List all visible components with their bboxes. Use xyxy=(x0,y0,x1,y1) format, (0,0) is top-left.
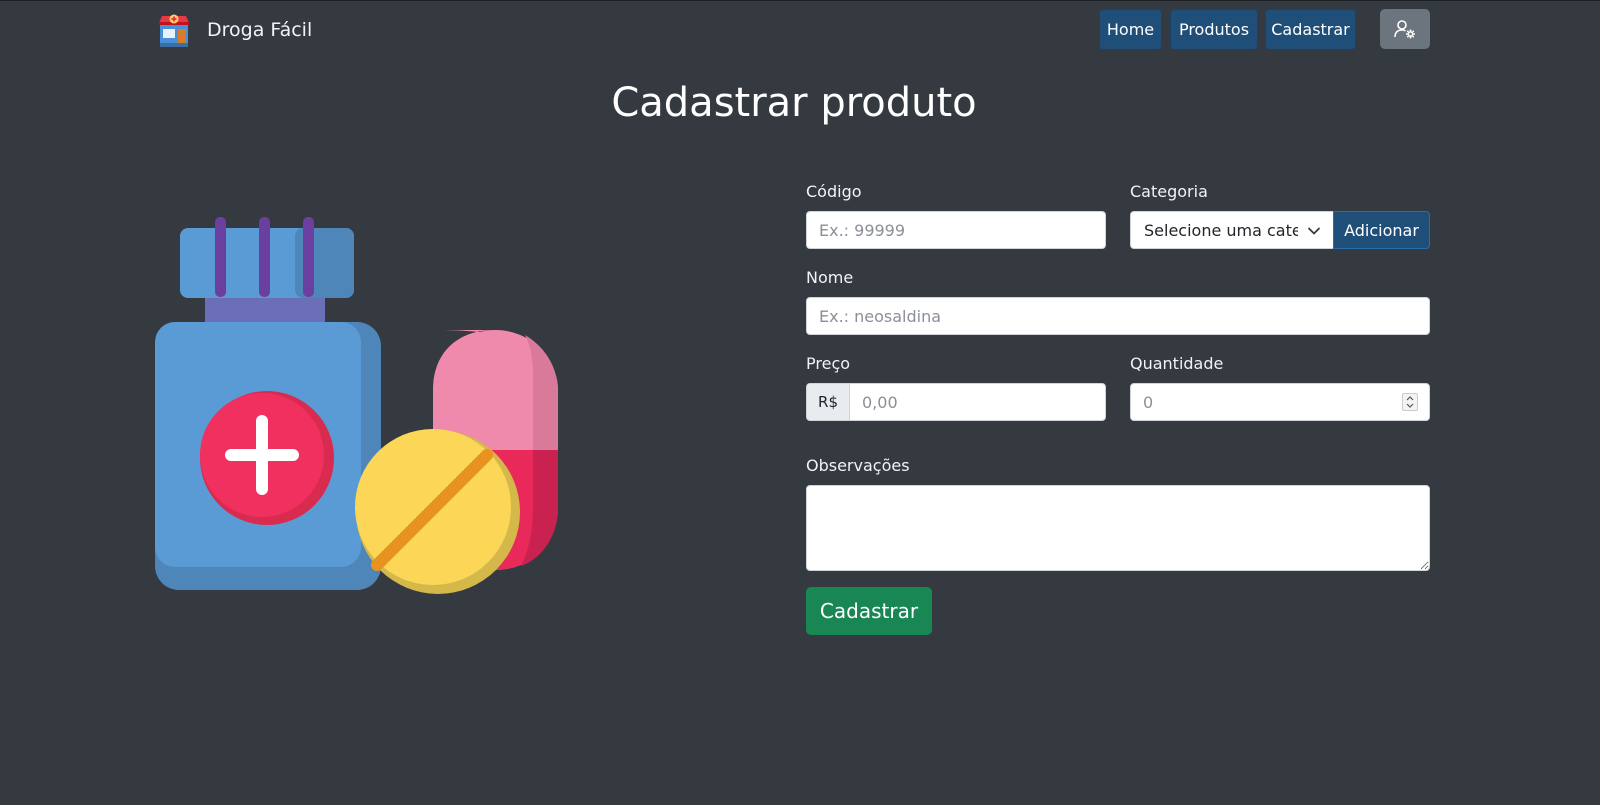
observacoes-label: Observações xyxy=(806,456,910,475)
categoria-select[interactable]: Selecione uma categoria xyxy=(1130,211,1334,249)
codigo-label: Código xyxy=(806,182,862,201)
preco-label: Preço xyxy=(806,354,851,373)
quantidade-input[interactable] xyxy=(1130,383,1430,421)
observacoes-textarea[interactable] xyxy=(806,485,1430,571)
page-title: Cadastrar produto xyxy=(611,80,977,126)
navbar: Droga Fácil Home Produtos Cadastrar xyxy=(0,0,1600,60)
categoria-selected-value: Selecione uma categoria xyxy=(1144,220,1298,240)
currency-prefix: R$ xyxy=(806,383,850,421)
user-gear-icon xyxy=(1394,20,1415,39)
chevron-down-icon xyxy=(1308,227,1320,235)
medicine-illustration xyxy=(155,217,558,594)
user-settings-button[interactable] xyxy=(1380,9,1430,49)
medicine-bottle-icon xyxy=(155,217,381,590)
brand-link[interactable]: Droga Fácil xyxy=(158,12,312,48)
quantidade-label: Quantidade xyxy=(1130,354,1224,373)
nav-produtos-button[interactable]: Produtos xyxy=(1170,9,1258,50)
quantity-stepper[interactable] xyxy=(1402,393,1418,411)
nav-home-button[interactable]: Home xyxy=(1099,9,1162,50)
categoria-label: Categoria xyxy=(1130,182,1208,201)
preco-input[interactable] xyxy=(849,383,1106,421)
nav-cadastrar-button[interactable]: Cadastrar xyxy=(1265,9,1356,50)
quantidade-wrapper xyxy=(1130,383,1430,421)
nome-input[interactable] xyxy=(806,297,1430,335)
brand-name: Droga Fácil xyxy=(207,19,313,41)
nome-label: Nome xyxy=(806,268,854,287)
codigo-input[interactable] xyxy=(806,211,1106,249)
add-category-button[interactable]: Adicionar xyxy=(1333,211,1430,249)
stepper-arrows-icon xyxy=(1406,396,1414,408)
pill-icon xyxy=(355,429,520,594)
submit-cadastrar-button[interactable]: Cadastrar xyxy=(806,587,932,635)
pharmacy-store-icon xyxy=(159,14,189,47)
